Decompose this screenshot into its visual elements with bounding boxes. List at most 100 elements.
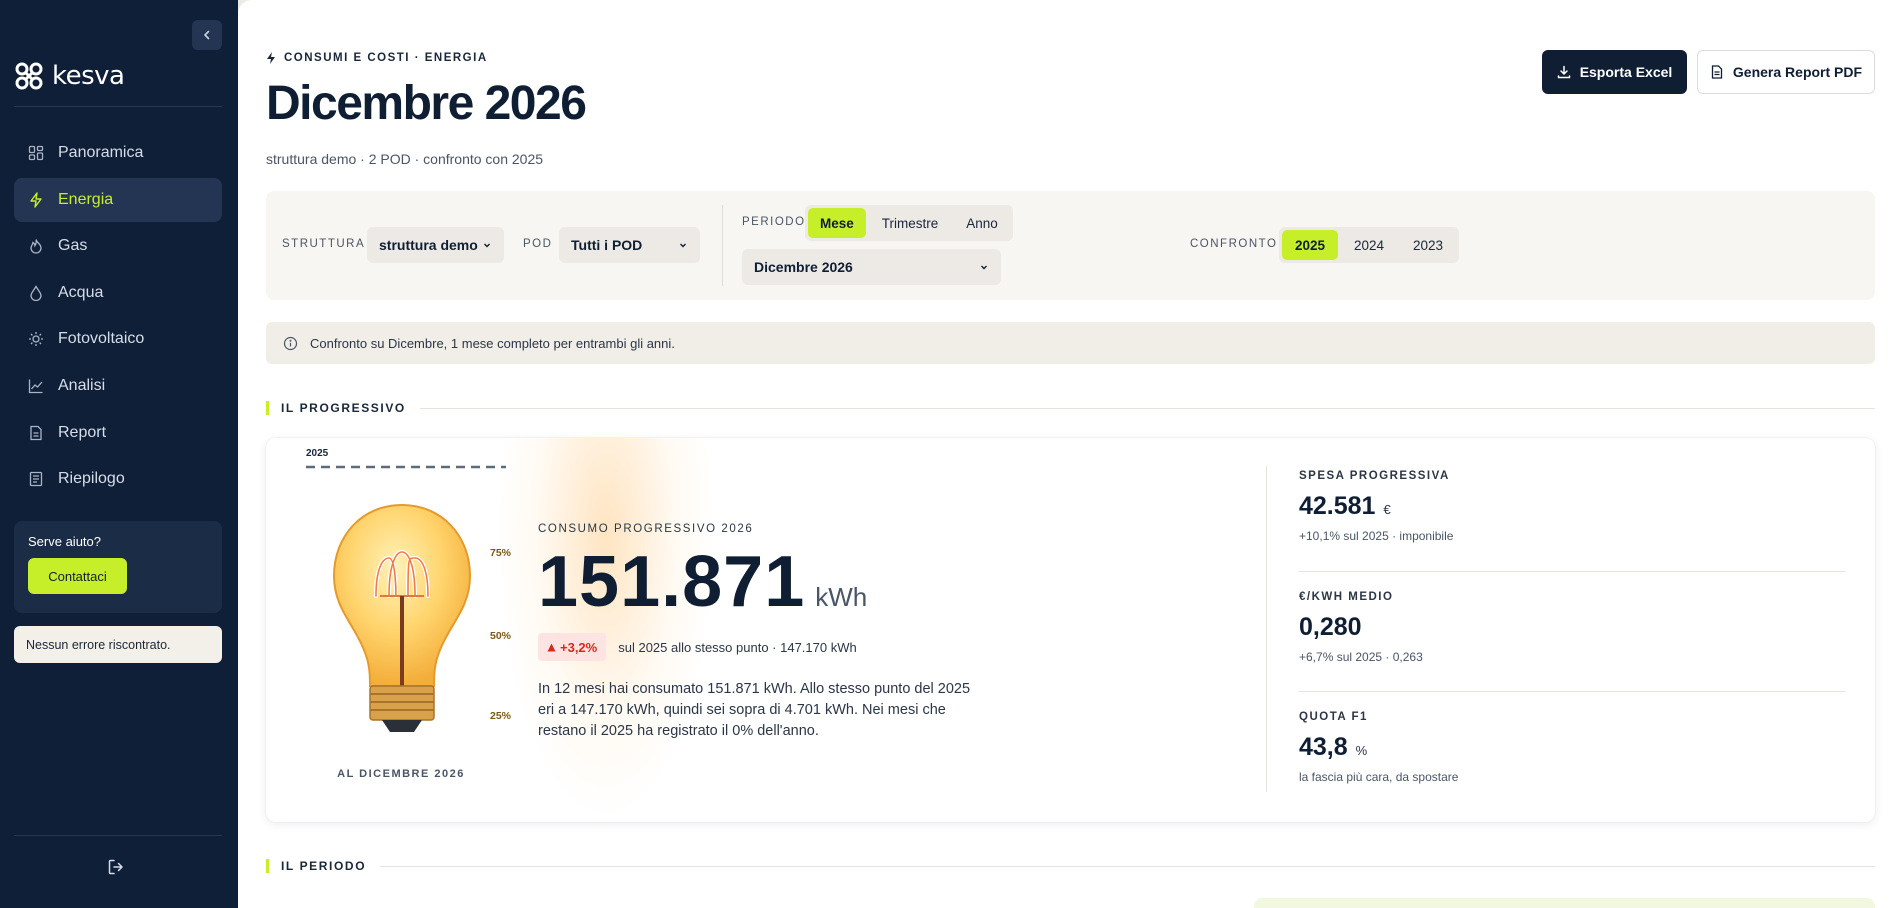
periodo-option-anno[interactable]: Anno — [954, 208, 1010, 238]
sidebar-item-label: Analisi — [58, 376, 106, 394]
sidebar-item-report[interactable]: Report — [14, 411, 222, 455]
info-icon — [283, 336, 298, 350]
flame-icon — [28, 238, 44, 254]
filters-divider — [722, 205, 723, 286]
sidebar-item-label: Report — [58, 423, 107, 441]
page-title: Dicembre 2026 — [266, 77, 587, 130]
chevron-down-icon — [484, 243, 490, 248]
consumption-description: In 12 mesi hai consumato 151.871 kWh. Al… — [538, 681, 971, 739]
card-divider — [1266, 466, 1267, 792]
generate-pdf-button[interactable]: Genera Report PDF — [1697, 50, 1875, 94]
kpi-value-group: 0,280 — [1299, 613, 1843, 642]
period-value: Dicembre 2026 — [754, 259, 853, 275]
marker-25: 25% — [490, 710, 512, 722]
collapse-sidebar-button[interactable] — [192, 20, 222, 50]
delta-text: sul 2025 allo stesso punto · 147.170 kWh — [618, 639, 857, 655]
logo-icon — [15, 62, 43, 90]
sidebar-item-riepilogo[interactable]: Riepilogo — [14, 457, 222, 501]
drop-icon — [28, 284, 44, 301]
period-select[interactable]: Dicembre 2026 — [742, 249, 1001, 285]
generate-pdf-label: Genera Report PDF — [1732, 64, 1863, 80]
bolt-icon — [267, 52, 275, 64]
page-eyebrow: CONSUMI E COSTI · ENERGIA — [266, 52, 488, 64]
struttura-value: struttura demo — [379, 237, 478, 253]
confronto-option-2023[interactable]: 2023 — [1400, 230, 1456, 260]
bolt-icon — [28, 191, 44, 208]
bulb-caption: AL DICEMBRE 2026 — [337, 768, 465, 780]
kpi-quota-f1: QUOTA F1 43,8 % la fascia più cara, da s… — [1273, 711, 1843, 784]
periodo-option-mese[interactable]: Mese — [808, 208, 866, 238]
kpi-divider — [1299, 571, 1845, 572]
delta-row: +3,2% sul 2025 allo stesso punto · 147.1… — [538, 633, 857, 661]
grid-icon — [28, 145, 44, 161]
kpi-value: 43,8 — [1299, 733, 1348, 761]
kpi-label: €/KWH MEDIO — [1299, 591, 1394, 603]
section-header-periodo: IL PERIODO — [266, 859, 1875, 873]
help-title: Serve aiuto? — [28, 534, 101, 549]
page-subtitle: struttura demo · 2 POD · confronto con 2… — [266, 151, 544, 167]
consumption-label: CONSUMO PROGRESSIVO 2026 — [538, 523, 754, 535]
document-icon — [28, 425, 44, 441]
divider — [14, 106, 222, 107]
sidebar-item-label: Acqua — [58, 283, 104, 301]
pod-value: Tutti i POD — [571, 237, 643, 253]
sidebar-item-label: Panoramica — [58, 144, 144, 161]
info-text: Confronto su Dicembre, 1 mese completo p… — [310, 335, 675, 351]
section-accent — [266, 401, 269, 415]
list-icon — [28, 471, 44, 487]
info-banner: Confronto su Dicembre, 1 mese completo p… — [266, 322, 1875, 364]
sidebar-item-label: Gas — [58, 237, 88, 255]
struttura-label: STRUTTURA — [282, 238, 366, 250]
contact-button[interactable]: Contattaci — [28, 558, 127, 594]
export-excel-button[interactable]: Esporta Excel — [1542, 50, 1687, 94]
sidebar-item-label: Energia — [58, 190, 114, 208]
legend-year: 2025 — [306, 448, 329, 459]
logo[interactable]: kesva — [14, 61, 125, 91]
delta-badge: +3,2% — [538, 633, 607, 661]
section-title: IL PERIODO — [281, 859, 367, 873]
confronto-option-2025[interactable]: 2025 — [1282, 230, 1338, 260]
chevron-down-icon — [981, 265, 987, 270]
periodo-label: PERIODO — [742, 216, 806, 228]
status-message: Nessun errore riscontrato. — [14, 626, 222, 663]
chevron-down-icon — [680, 243, 686, 248]
eyebrow-text: CONSUMI E COSTI · ENERGIA — [284, 52, 488, 64]
section-divider — [419, 407, 1875, 409]
kpi-value: 0,280 — [1299, 613, 1362, 641]
pod-select[interactable]: Tutti i POD — [559, 227, 700, 263]
kpi-spesa: SPESA PROGRESSIVA 42.581 € +10,1% sul 20… — [1273, 470, 1843, 543]
kpi-value: 42.581 — [1299, 492, 1376, 520]
kpi-subtext: +6,7% sul 2025 · 0,263 — [1299, 650, 1423, 664]
section-title: IL PROGRESSIVO — [281, 401, 406, 415]
section-accent — [266, 859, 269, 873]
sidebar-item-panoramica[interactable]: Panoramica — [14, 131, 222, 175]
sidebar-item-energia[interactable]: Energia — [14, 177, 222, 222]
kpi-eur-kwh: €/KWH MEDIO 0,280 +6,7% sul 2025 · 0,263 — [1273, 591, 1843, 664]
logout-button[interactable] — [107, 858, 125, 881]
document-icon — [1711, 65, 1723, 79]
struttura-select[interactable]: struttura demo — [367, 227, 504, 263]
sidebar-item-acqua[interactable]: Acqua — [14, 271, 222, 315]
download-icon — [1557, 65, 1570, 79]
sidebar-nav: Panoramica Energia Gas Acqua Fotovoltaic… — [14, 131, 222, 504]
sun-icon — [28, 331, 44, 347]
sidebar-item-analisi[interactable]: Analisi — [14, 364, 222, 408]
glow-decoration — [496, 438, 716, 822]
consumption-value: 151.871 — [538, 542, 806, 622]
marker-50: 50% — [490, 630, 512, 642]
filters-panel: STRUTTURA struttura demo POD Tutti i POD… — [266, 191, 1875, 300]
help-box: Serve aiuto? Contattaci — [14, 521, 222, 613]
kpi-subtext: +10,1% sul 2025 · imponibile — [1299, 529, 1454, 543]
chevron-left-icon — [204, 30, 210, 40]
period-card-preview — [1254, 898, 1875, 908]
confronto-option-2024[interactable]: 2024 — [1342, 230, 1396, 260]
consumption-value-group: 151.871 kWh — [538, 541, 867, 623]
kpi-unit: % — [1355, 743, 1368, 758]
sidebar-item-fotovoltaico[interactable]: Fotovoltaico — [14, 317, 222, 361]
logout-icon — [108, 859, 123, 875]
periodo-option-trimestre[interactable]: Trimestre — [870, 208, 951, 238]
section-header-progressivo: IL PROGRESSIVO — [266, 401, 1875, 415]
consumption-unit: kWh — [815, 582, 868, 612]
kpi-label: QUOTA F1 — [1299, 711, 1368, 723]
sidebar-item-gas[interactable]: Gas — [14, 224, 222, 268]
